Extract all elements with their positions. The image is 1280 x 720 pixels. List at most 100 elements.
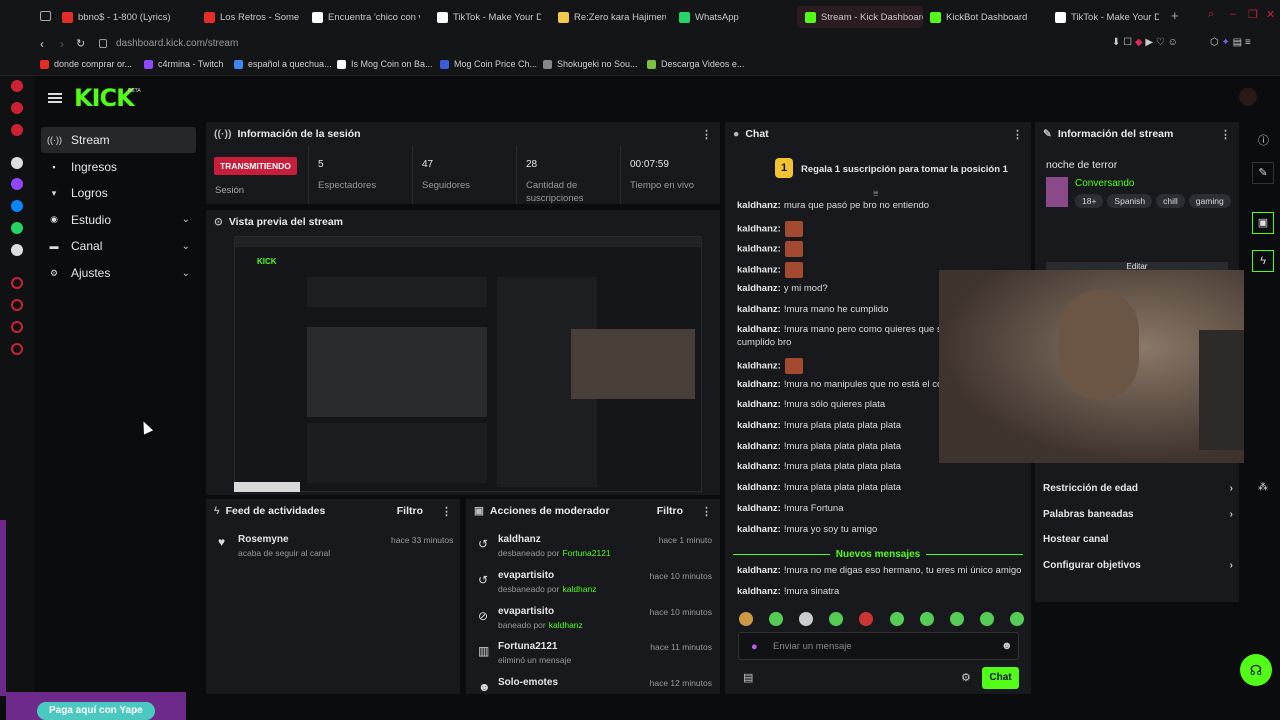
chat-message[interactable]: kaldhanz: xyxy=(737,241,803,258)
tab[interactable]: bbno$ - 1-800 (Lyrics) fi xyxy=(62,6,172,28)
new-messages-divider[interactable]: Nuevos mensajes xyxy=(733,549,1023,560)
bookmark[interactable]: Is Mog Coin on Ba... xyxy=(337,59,433,69)
chat-username[interactable]: kaldhanz: xyxy=(737,461,781,472)
chat-message[interactable]: kaldhanz: !mura yo soy tu amigo xyxy=(737,524,877,535)
emote-icon[interactable] xyxy=(739,612,753,626)
pinned-toggle-icon[interactable]: ⩸ xyxy=(873,188,878,199)
sidebar-item-ajustes[interactable]: ⚙ Ajustes ⌄ xyxy=(41,260,196,286)
chat-username[interactable]: kaldhanz: xyxy=(737,420,781,431)
chat-username[interactable]: kaldhanz: xyxy=(737,503,781,514)
emote-icon[interactable] xyxy=(859,612,874,626)
bookmark[interactable]: español a quechua... xyxy=(234,59,332,69)
setting-2[interactable]: Palabras baneadas › xyxy=(1043,509,1233,520)
tag[interactable]: 18+ xyxy=(1075,194,1104,208)
tag[interactable]: chill xyxy=(1156,194,1185,208)
avatar[interactable] xyxy=(1239,88,1257,106)
extensions-icons[interactable]: ⬇ ☐ ◆ ▶ ♡ ☺ xyxy=(1112,37,1178,48)
emoji-icon[interactable]: ☻ xyxy=(1001,640,1013,652)
maximize-icon[interactable]: ❐ xyxy=(1248,8,1258,21)
chat-username[interactable]: kaldhanz: xyxy=(737,565,781,576)
activity-menu-icon[interactable]: ⋮ xyxy=(441,505,452,518)
chat-message[interactable]: kaldhanz: !mura sinatra xyxy=(737,586,839,597)
sub-banner[interactable]: Regala 1 suscripción para tomar la posic… xyxy=(801,164,1008,175)
chat-message[interactable]: kaldhanz: !mura no me digas eso hermano, … xyxy=(737,565,1021,576)
session-menu-icon[interactable]: ⋮ xyxy=(701,128,712,141)
chat-message[interactable]: kaldhanz: !mura mano pero como quieres qu… xyxy=(737,324,942,335)
bookmark[interactable]: donde comprar or... xyxy=(40,59,132,69)
tag[interactable]: gaming xyxy=(1188,194,1231,208)
chat-username[interactable]: kaldhanz: xyxy=(737,304,781,315)
tab-menu-icon[interactable] xyxy=(40,11,51,21)
messenger-icon[interactable] xyxy=(11,200,23,212)
emote-icon[interactable] xyxy=(1009,612,1024,626)
chat-message[interactable]: kaldhanz: xyxy=(737,262,803,279)
chat-username[interactable]: kaldhanz: xyxy=(737,586,781,597)
chat-send-button[interactable]: Chat xyxy=(982,667,1019,689)
sidebar-icon-6[interactable] xyxy=(11,277,23,289)
chat-message[interactable]: kaldhanz: !mura plata plata plata plata xyxy=(737,441,901,452)
setting-4[interactable]: Configurar objetivos › xyxy=(1043,560,1233,571)
emote-icon[interactable] xyxy=(769,612,784,626)
sidebar-icon-7[interactable] xyxy=(11,321,23,333)
mod-user[interactable]: evapartisito xyxy=(498,570,554,581)
tag[interactable]: Spanish xyxy=(1107,194,1153,208)
chat-message[interactable]: kaldhanz: !mura plata plata plata plata xyxy=(737,461,901,472)
sidebar-icon-2[interactable] xyxy=(11,80,23,92)
tab[interactable]: Encuentra 'chico con vo xyxy=(312,6,420,28)
forward-icon[interactable]: › xyxy=(60,37,64,51)
mod-by[interactable]: kaldhanz xyxy=(562,584,596,594)
sidebar-icon-5[interactable] xyxy=(11,157,23,169)
chat-username[interactable]: kaldhanz: xyxy=(737,360,781,371)
chat-message[interactable]: kaldhanz: !mura plata plata plata plata xyxy=(737,482,901,493)
chevron-right-icon[interactable]: › xyxy=(1230,483,1233,494)
info-icon[interactable]: ⓘ xyxy=(1258,132,1269,148)
mod-user[interactable]: Solo-emotes xyxy=(498,677,558,688)
chat-username[interactable]: kaldhanz: xyxy=(737,441,781,452)
settings-icon[interactable] xyxy=(11,343,23,355)
emote-icon[interactable] xyxy=(829,612,844,626)
chat-message[interactable]: kaldhanz: !mura Fortuna xyxy=(737,503,843,514)
sidebar-icon-3[interactable] xyxy=(11,102,23,114)
x-icon[interactable] xyxy=(11,244,23,256)
mod-by[interactable]: Fortuna2121 xyxy=(562,548,610,558)
minimize-icon[interactable]: – xyxy=(1230,8,1236,20)
chat-message[interactable]: kaldhanz: y mi mod? xyxy=(737,283,828,294)
bookmark[interactable]: Descarga Videos e... xyxy=(647,59,744,69)
search-tabs-icon[interactable]: ⌕ xyxy=(1208,8,1214,21)
new-tab-icon[interactable]: + xyxy=(1171,8,1179,23)
chat-username[interactable]: kaldhanz: xyxy=(737,283,781,294)
qr-rail-icon[interactable]: ▣ xyxy=(1252,212,1274,234)
tab[interactable]: TikTok - Make Your Day xyxy=(1055,6,1159,28)
chat-message[interactable]: kaldhanz: xyxy=(737,220,803,237)
tab[interactable]: WhatsApp xyxy=(679,6,759,28)
modactions-filter[interactable]: Filtro xyxy=(657,505,683,517)
sidebar-item-ingresos[interactable]: ▪ Ingresos xyxy=(41,154,196,180)
bookmark[interactable]: Shokugeki no Sou... xyxy=(543,59,638,69)
chevron-down-icon[interactable]: ⌄ xyxy=(182,241,190,252)
chat-menu-icon[interactable]: ⋮ xyxy=(1012,128,1023,141)
close-window-icon[interactable]: ✕ xyxy=(1266,8,1275,21)
emote-icon[interactable] xyxy=(919,612,934,626)
modactions-menu-icon[interactable]: ⋮ xyxy=(701,505,712,518)
mod-user[interactable]: Fortuna2121 xyxy=(498,641,557,652)
chevron-right-icon[interactable]: › xyxy=(1230,560,1233,571)
chat-username[interactable]: kaldhanz: xyxy=(737,244,781,255)
sidebar-item-estudio[interactable]: ◉ Estudio ⌄ xyxy=(41,207,196,233)
chat-username[interactable]: kaldhanz: xyxy=(737,223,781,234)
edit-rail-icon[interactable]: ✎ xyxy=(1252,162,1274,184)
chat-username[interactable]: kaldhanz: xyxy=(737,482,781,493)
tab[interactable]: KickBot Dashboard xyxy=(930,6,1030,28)
activity-user[interactable]: Rosemyne xyxy=(238,534,289,545)
back-icon[interactable]: ‹ xyxy=(40,37,44,51)
emote-icon[interactable] xyxy=(949,612,964,626)
yape-button[interactable]: Paga aquí con Yape xyxy=(37,702,155,720)
emote-icon[interactable] xyxy=(979,612,994,626)
chat-input[interactable]: ● Enviar un mensaje ☻ xyxy=(738,632,1019,660)
tab[interactable]: TikTok - Make Your Day xyxy=(437,6,541,28)
sidebar-item-logros[interactable]: ▾ Logros xyxy=(41,180,196,206)
chat-message[interactable]: kaldhanz: !mura no manipules que no está … xyxy=(737,379,942,390)
sidebar-icon-4[interactable] xyxy=(11,124,23,136)
reload-icon[interactable]: ↻ xyxy=(76,37,85,50)
mod-user[interactable]: evapartisito xyxy=(498,606,554,617)
chat-username[interactable]: kaldhanz: xyxy=(737,265,781,276)
